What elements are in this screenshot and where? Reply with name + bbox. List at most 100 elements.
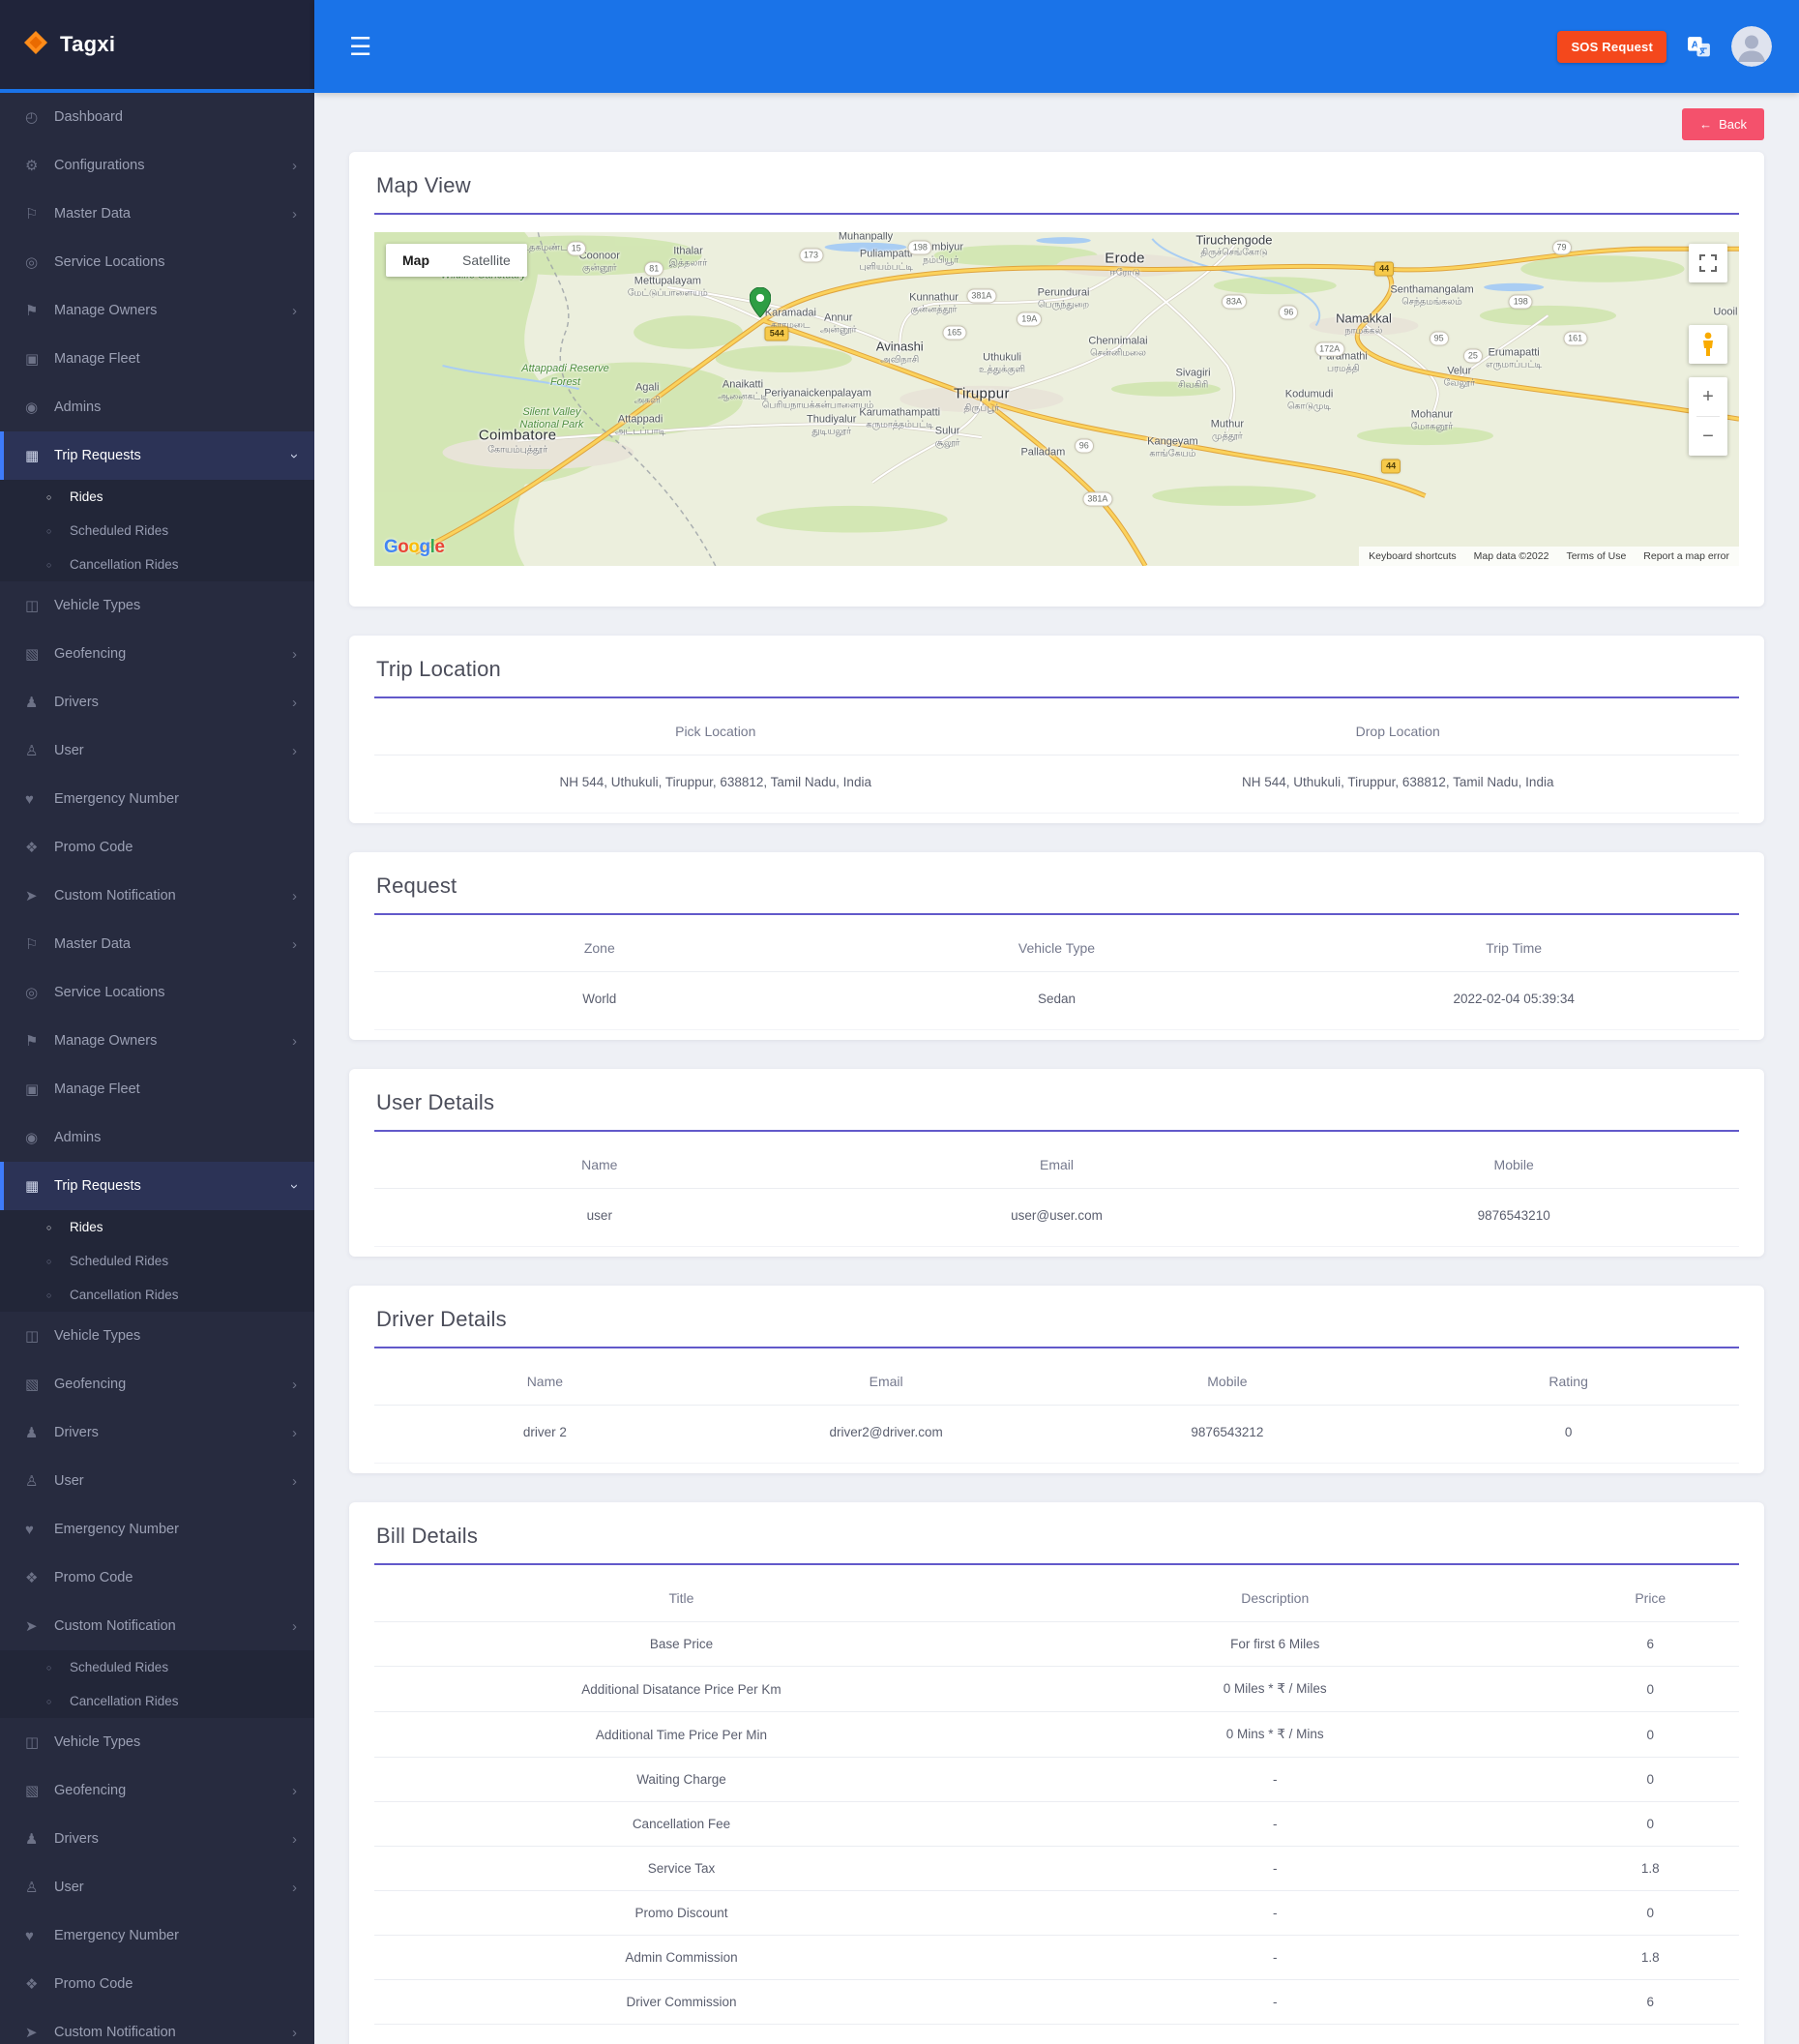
place-name: Annur — [820, 312, 857, 325]
sidebar-item-custom-notification[interactable]: ➤Custom Notification› — [0, 1602, 314, 1650]
map-place-label: Erodeஈரோடு — [1105, 250, 1145, 278]
sidebar-item-drivers[interactable]: ♟Drivers› — [0, 678, 314, 726]
sidebar-item-emergency-number[interactable]: ♥Emergency Number — [0, 1911, 314, 1960]
menu-toggle-button[interactable]: ☰ — [339, 26, 381, 68]
bill-description: - — [988, 1891, 1562, 1936]
sidebar-subitem-scheduled-rides[interactable]: ○Scheduled Rides — [0, 1650, 314, 1684]
sidebar-item-label: Custom Notification — [54, 888, 292, 904]
trip-location-table: Pick Location Drop Location NH 544, Uthu… — [374, 698, 1739, 814]
sidebar-item-drivers[interactable]: ♟Drivers› — [0, 1408, 314, 1457]
sidebar-item-drivers[interactable]: ♟Drivers› — [0, 1815, 314, 1863]
sidebar-item-manage-fleet[interactable]: ▣Manage Fleet — [0, 1065, 314, 1113]
place-name: Periyanaickenpalayam — [762, 387, 873, 400]
gear-icon: ⚙ — [25, 157, 54, 174]
sidebar-subitem-scheduled-rides[interactable]: ○Scheduled Rides — [0, 1244, 314, 1278]
pickup-marker-icon — [750, 287, 771, 322]
sidebar-item-trip-requests[interactable]: ▦Trip Requests› — [0, 1162, 314, 1210]
zoom-in-button[interactable]: + — [1689, 377, 1727, 416]
sidebar-subitem-cancellation-rides[interactable]: ○Cancellation Rides — [0, 1278, 314, 1312]
back-button[interactable]: ← Back — [1682, 108, 1764, 140]
sidebar-subitem-rides[interactable]: ○Rides — [0, 1210, 314, 1244]
place-name: Karamadai — [765, 307, 816, 319]
sidebar-item-trip-requests[interactable]: ▦Trip Requests› — [0, 431, 314, 480]
sidebar-item-custom-notification[interactable]: ➤Custom Notification› — [0, 872, 314, 920]
map-type-map-button[interactable]: Map — [386, 244, 446, 277]
sidebar-item-manage-owners[interactable]: ⚑Manage Owners› — [0, 286, 314, 335]
bill-row: Driver Commission-6 — [374, 1980, 1739, 2025]
sidebar-subitem-scheduled-rides[interactable]: ○Scheduled Rides — [0, 514, 314, 548]
sidebar-item-geofencing[interactable]: ▧Geofencing› — [0, 1360, 314, 1408]
sidebar-item-user[interactable]: ♙User› — [0, 1457, 314, 1505]
driver-details-card: Driver Details Name Email Mobile Rating … — [349, 1286, 1764, 1473]
report-map-error-link[interactable]: Report a map error — [1643, 550, 1729, 562]
bill-price: 0 — [1562, 1802, 1739, 1847]
sidebar-item-promo-code[interactable]: ❖Promo Code — [0, 1554, 314, 1602]
brand[interactable]: Tagxi — [0, 0, 314, 93]
sidebar-item-emergency-number[interactable]: ♥Emergency Number — [0, 1505, 314, 1554]
place-name: Perundurai — [1038, 287, 1090, 300]
translate-icon[interactable]: A — [1686, 34, 1712, 60]
table-row: user user@user.com 9876543210 — [374, 1189, 1739, 1247]
sidebar-item-label: Drivers — [54, 1831, 292, 1847]
sidebar-item-vehicle-types[interactable]: ◫Vehicle Types — [0, 581, 314, 630]
terms-of-use-link[interactable]: Terms of Use — [1566, 550, 1626, 562]
route-shield: 165 — [942, 325, 966, 340]
sidebar-item-manage-owners[interactable]: ⚑Manage Owners› — [0, 1017, 314, 1065]
sidebar-item-user[interactable]: ♙User› — [0, 726, 314, 775]
sidebar-item-dashboard[interactable]: ◴Dashboard — [0, 93, 314, 141]
sidebar-item-user[interactable]: ♙User› — [0, 1863, 314, 1911]
pegman-icon[interactable] — [1689, 325, 1727, 364]
location-pin-icon: ◎ — [25, 253, 54, 271]
radio-circle-icon: ○ — [46, 492, 70, 502]
map-type-satellite-button[interactable]: Satellite — [446, 244, 527, 277]
sos-request-button[interactable]: SOS Request — [1557, 31, 1666, 63]
place-name: Tiruppur — [954, 385, 1010, 402]
sidebar-item-vehicle-types[interactable]: ◫Vehicle Types — [0, 1312, 314, 1360]
google-map[interactable]: உதகமண்டலம்MuhanpallyCoonoorகுன்னூர்Ithal… — [374, 232, 1739, 566]
column-header: Drop Location — [1057, 698, 1740, 755]
sidebar-item-admins[interactable]: ◉Admins — [0, 383, 314, 431]
map-place-label: Mettupalayamமேட்டுப்பாளையம் — [628, 276, 708, 300]
place-name-tamil: சிவகிரி — [1176, 380, 1211, 391]
sidebar-item-service-locations[interactable]: ◎Service Locations — [0, 968, 314, 1017]
fullscreen-icon[interactable] — [1689, 244, 1727, 282]
sidebar-item-emergency-number[interactable]: ♥Emergency Number — [0, 775, 314, 823]
sidebar-item-vehicle-types[interactable]: ◫Vehicle Types — [0, 1718, 314, 1766]
sidebar-item-master-data[interactable]: ⚐Master Data› — [0, 920, 314, 968]
google-logo[interactable]: Google — [384, 537, 444, 558]
sidebar-item-promo-code[interactable]: ❖Promo Code — [0, 823, 314, 872]
bill-total-row: Total Amount - 9.6 — [374, 2025, 1739, 2044]
sidebar-subitem-rides[interactable]: ○Rides — [0, 480, 314, 514]
flag-icon: ⚐ — [25, 205, 54, 222]
sidebar-item-admins[interactable]: ◉Admins — [0, 1113, 314, 1162]
bill-price: 0 — [1562, 1712, 1739, 1758]
sidebar-item-promo-code[interactable]: ❖Promo Code — [0, 1960, 314, 2008]
keyboard-shortcuts-link[interactable]: Keyboard shortcuts — [1369, 550, 1456, 562]
bill-title: Admin Commission — [374, 1936, 988, 1980]
sidebar-subitem-cancellation-rides[interactable]: ○Cancellation Rides — [0, 548, 314, 581]
place-name-tamil: சூலூர் — [935, 438, 960, 449]
place-name-tamil: கோயம்புத்தூர் — [479, 444, 557, 455]
section-title: Bill Details — [376, 1524, 1737, 1549]
sidebar-item-manage-fleet[interactable]: ▣Manage Fleet — [0, 335, 314, 383]
sidebar-item-custom-notification[interactable]: ➤Custom Notification› — [0, 2008, 314, 2044]
sidebar-item-geofencing[interactable]: ▧Geofencing› — [0, 630, 314, 678]
place-name-tamil: ஈரோடு — [1105, 267, 1145, 278]
sidebar-subitem-cancellation-rides[interactable]: ○Cancellation Rides — [0, 1684, 314, 1718]
bill-title: Additional Time Price Per Min — [374, 1712, 988, 1758]
avatar[interactable] — [1731, 26, 1772, 67]
sidebar-item-service-locations[interactable]: ◎Service Locations — [0, 238, 314, 286]
radio-circle-icon: ○ — [46, 526, 70, 536]
heart-pulse-icon: ♥ — [25, 791, 54, 808]
place-name-tamil: அவிநாசி — [876, 354, 924, 365]
map-place-label: Muthurமுத்தூர் — [1211, 419, 1244, 443]
sidebar-item-geofencing[interactable]: ▧Geofencing› — [0, 1766, 314, 1815]
sidebar-item-master-data[interactable]: ⚐Master Data› — [0, 190, 314, 238]
sidebar-item-configurations[interactable]: ⚙Configurations› — [0, 141, 314, 190]
map-place-label: Coimbatoreகோயம்புத்தூர் — [479, 427, 557, 455]
map-place-label: Avinashiஅவிநாசி — [876, 340, 924, 366]
zoom-out-button[interactable]: − — [1689, 417, 1727, 456]
map-place-label: Uooil — [1713, 306, 1737, 318]
map-place-label: Kangeyamகாங்கேயம் — [1147, 435, 1198, 459]
bill-row: Promo Discount-0 — [374, 1891, 1739, 1936]
